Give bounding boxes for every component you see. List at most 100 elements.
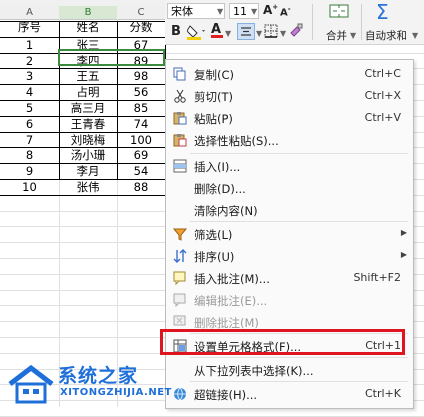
- watermark-site: XITONGZHIJIA.NET: [60, 387, 172, 398]
- cut-icon: [173, 89, 187, 103]
- menu-item[interactable]: 剪切(T) Ctrl+X: [166, 86, 413, 106]
- cell-seq[interactable]: 5: [0, 101, 59, 115]
- menu-item[interactable]: 超链接(H)... Ctrl+K: [166, 384, 413, 404]
- menu-item[interactable]: 从下拉列表中选择(K)...: [166, 360, 413, 380]
- menu-item-label: 插入(I)...: [194, 160, 241, 174]
- cell-score[interactable]: 88: [117, 180, 165, 194]
- menu-item-label: 筛选(L): [194, 228, 233, 242]
- cell-score[interactable]: 98: [117, 69, 165, 83]
- borders-dropdown-icon[interactable]: ▼: [280, 29, 286, 38]
- cell-seq[interactable]: 10: [0, 180, 59, 194]
- merge-cells-icon[interactable]: [329, 4, 349, 21]
- menu-separator: [190, 381, 408, 382]
- cell-score[interactable]: 56: [117, 85, 165, 99]
- menu-item[interactable]: 粘贴(P) Ctrl+V: [166, 108, 413, 128]
- sigma-icon[interactable]: Σ: [376, 0, 389, 24]
- column-header-c[interactable]: C: [117, 6, 166, 20]
- cell-seq[interactable]: 8: [0, 148, 59, 162]
- cell-score[interactable]: 69: [117, 148, 165, 162]
- paste-icon: [173, 111, 187, 125]
- cell-seq[interactable]: 3: [0, 69, 59, 83]
- cell-name[interactable]: 汤小珊: [59, 148, 117, 162]
- menu-item-shortcut: Ctrl+V: [364, 111, 401, 124]
- menu-item[interactable]: 删除(D)...: [166, 178, 413, 198]
- menu-item[interactable]: 插入批注(M)... Shift+F2: [166, 268, 413, 288]
- watermark-brand: 系统之家: [58, 365, 139, 387]
- cell-seq[interactable]: 6: [0, 117, 59, 131]
- menu-item-shortcut: Ctrl+X: [364, 89, 401, 102]
- menu-separator: [190, 221, 408, 222]
- merge-dropdown-icon[interactable]: ▼: [350, 31, 356, 40]
- borders-icon[interactable]: [264, 24, 278, 41]
- format-painter-icon[interactable]: [289, 23, 303, 40]
- menu-item-label: 编辑批注(E)...: [194, 294, 268, 308]
- cell-name[interactable]: 张伟: [59, 180, 117, 194]
- menu-item-label: 插入批注(M)...: [194, 272, 270, 286]
- cell-seq[interactable]: 4: [0, 85, 59, 99]
- menu-item-label: 超链接(H)...: [194, 388, 258, 402]
- highlight-box: [160, 329, 405, 355]
- menu-item-shortcut: Ctrl+C: [364, 67, 401, 80]
- cell-name[interactable]: 李月: [59, 164, 117, 178]
- cell-name[interactable]: 王青春: [59, 117, 117, 131]
- menu-item[interactable]: 清除内容(N): [166, 200, 413, 220]
- menu-item[interactable]: 排序(U) ▶: [166, 246, 413, 266]
- header-cell-name[interactable]: 姓名: [59, 20, 117, 34]
- menu-item[interactable]: 复制(C) Ctrl+C: [166, 64, 413, 84]
- menu-item-label: 清除内容(N): [194, 204, 258, 218]
- cell-name[interactable]: 王五: [59, 69, 117, 83]
- menu-item-label: 粘贴(P): [194, 112, 233, 126]
- font-name-dropdown-icon[interactable]: ▼: [217, 7, 223, 16]
- menu-item-label: 复制(C): [194, 68, 235, 82]
- menu-item[interactable]: 插入(I)...: [166, 156, 413, 176]
- mini-toolbar: 宋体 ▼ 11 ▼ A+ A- B A ▼ ▼ ▼ 合并 ▼ Σ 自动求和 ▼: [165, 0, 424, 45]
- cell-seq[interactable]: 2: [0, 54, 59, 68]
- menu-item-label: 删除(D)...: [194, 182, 246, 196]
- menu-item: 编辑批注(E)...: [166, 290, 413, 310]
- menu-item-label: 剪切(T): [194, 90, 233, 104]
- bold-button[interactable]: B: [171, 24, 181, 39]
- menu-item-shortcut: Shift+F2: [353, 271, 401, 284]
- cell-score[interactable]: 85: [117, 101, 165, 115]
- insert-comment-icon: [173, 271, 187, 286]
- cell-score[interactable]: 54: [117, 164, 165, 178]
- font-color-icon[interactable]: A: [211, 22, 223, 38]
- fill-color-icon[interactable]: [186, 24, 207, 43]
- column-header-b[interactable]: B: [59, 6, 118, 20]
- cell-seq[interactable]: 9: [0, 164, 59, 178]
- font-size-dropdown-icon[interactable]: ▼: [251, 7, 257, 16]
- menu-separator: [190, 153, 408, 154]
- merge-button[interactable]: 合并: [326, 28, 347, 43]
- cell-name[interactable]: 占明: [59, 85, 117, 99]
- menu-item-label: 从下拉列表中选择(K)...: [194, 364, 314, 378]
- header-cell-score[interactable]: 分数: [117, 20, 165, 34]
- column-header-a[interactable]: A: [0, 6, 60, 20]
- menu-item-label: 选择性粘贴(S)...: [194, 134, 279, 148]
- cell-name[interactable]: 刘晓梅: [59, 133, 117, 147]
- cell-seq[interactable]: 1: [0, 38, 59, 52]
- house-logo-icon: [8, 364, 54, 404]
- submenu-arrow-icon: ▶: [400, 250, 407, 259]
- menu-item[interactable]: 选择性粘贴(S)...: [166, 130, 413, 150]
- sort-icon: [173, 249, 187, 263]
- header-cell-seq[interactable]: 序号: [0, 20, 59, 34]
- align-center-icon[interactable]: [237, 23, 255, 40]
- selected-range[interactable]: [58, 49, 165, 66]
- autosum-dropdown-icon[interactable]: ▼: [412, 31, 418, 40]
- grow-font-icon[interactable]: A+: [263, 3, 278, 17]
- menu-item-shortcut: Ctrl+K: [364, 387, 401, 400]
- copy-icon: [173, 67, 187, 81]
- cell-seq[interactable]: 7: [0, 133, 59, 147]
- cell-score[interactable]: 74: [117, 117, 165, 131]
- font-color-dropdown-icon[interactable]: ▼: [225, 29, 231, 38]
- context-menu: 复制(C) Ctrl+C 剪切(T) Ctrl+X 粘贴(P) Ctrl+V 选择性粘贴(S…: [165, 59, 414, 409]
- submenu-arrow-icon: ▶: [400, 228, 407, 237]
- align-dropdown-icon[interactable]: ▼: [256, 29, 262, 38]
- edit-comment-icon: [173, 293, 187, 308]
- cell-name[interactable]: 高三月: [59, 101, 117, 115]
- autosum-button[interactable]: 自动求和: [365, 28, 407, 43]
- cell-score[interactable]: 100: [117, 133, 165, 147]
- menu-item[interactable]: 筛选(L) ▶: [166, 224, 413, 244]
- filter-icon: [172, 227, 188, 241]
- shrink-font-icon[interactable]: A-: [280, 5, 291, 18]
